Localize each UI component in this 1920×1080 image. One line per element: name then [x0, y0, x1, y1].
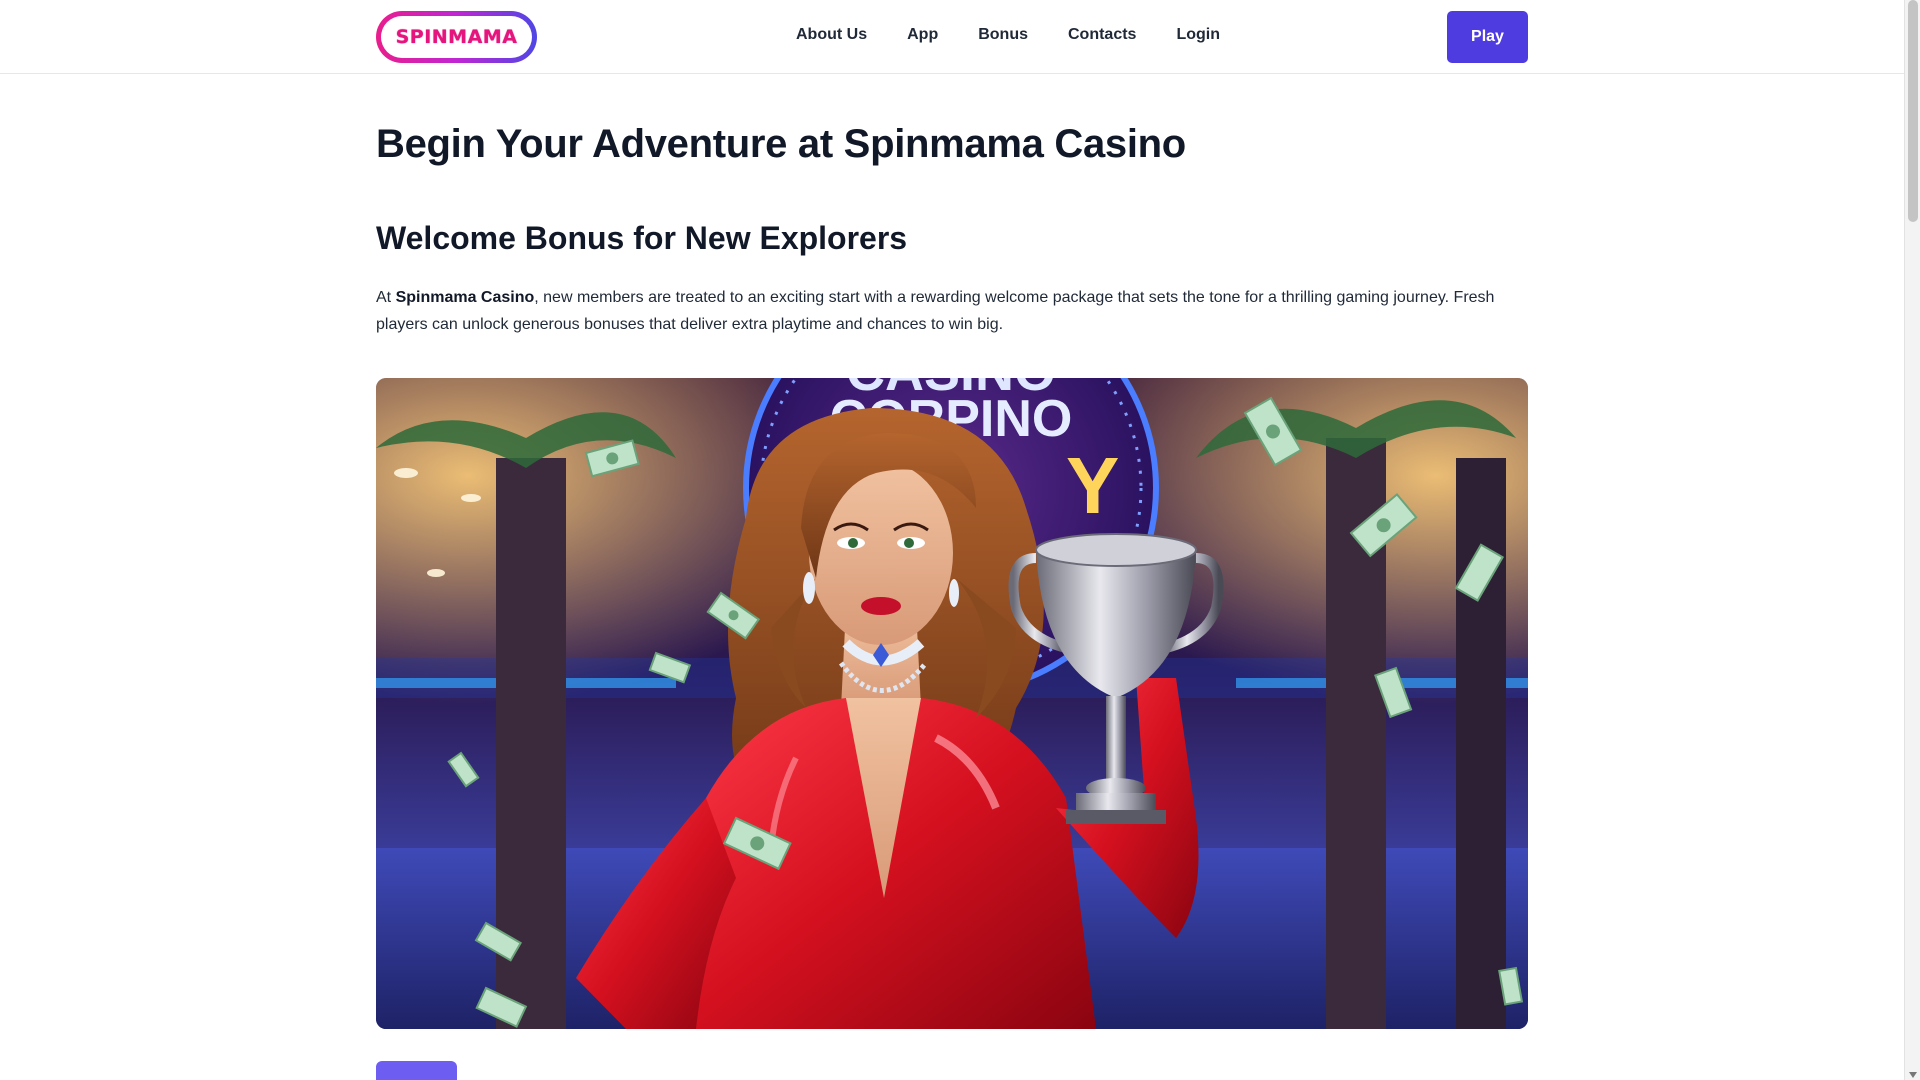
scroll-down-arrow-icon[interactable] — [1909, 1072, 1917, 1078]
logo[interactable]: SPINMAMA — [376, 11, 537, 63]
brand-name: Spinmama Casino — [395, 289, 535, 306]
page-scrollbar[interactable] — [1904, 0, 1920, 1080]
hero-illustration: CASINO CORPINO $ Y M — [376, 378, 1528, 1029]
sign-y: Y — [1066, 441, 1119, 530]
site-header: SPINMAMA About Us App Bonus Contacts Log… — [0, 0, 1904, 74]
play-button[interactable]: Play — [1447, 11, 1528, 63]
nav-login[interactable]: Login — [1176, 24, 1220, 46]
nav-about-us[interactable]: About Us — [796, 24, 867, 46]
scroll-thumb[interactable] — [1908, 0, 1918, 222]
intro-paragraph: At Spinmama Casino, new members are trea… — [376, 289, 1495, 333]
nav-app[interactable]: App — [907, 24, 938, 46]
nav-bonus[interactable]: Bonus — [978, 24, 1028, 46]
page-title: Begin Your Adventure at Spinmama Casino — [376, 122, 1186, 166]
secondary-play-button[interactable] — [376, 1061, 457, 1080]
hero-image: CASINO CORPINO $ Y M — [376, 378, 1528, 1029]
section-title: Welcome Bonus for New Explorers — [376, 220, 908, 256]
main-nav: About Us App Bonus Contacts Login — [796, 24, 1260, 46]
logo-text: SPINMAMA — [395, 26, 518, 48]
nav-contacts[interactable]: Contacts — [1068, 24, 1136, 46]
